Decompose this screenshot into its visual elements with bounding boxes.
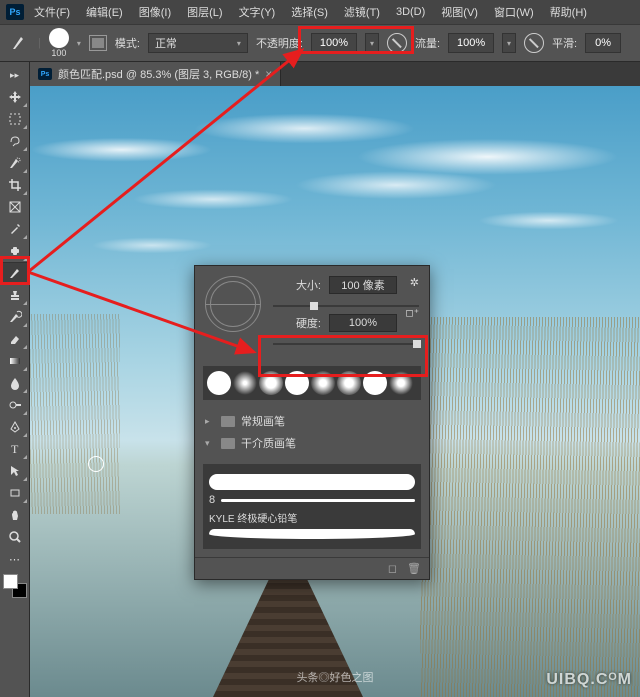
- menu-select[interactable]: 选择(S): [285, 4, 334, 20]
- menu-type[interactable]: 文字(Y): [233, 4, 282, 20]
- menu-help[interactable]: 帮助(H): [544, 4, 593, 20]
- blend-mode-select[interactable]: 正常▾: [148, 33, 248, 53]
- stamp-tool[interactable]: [2, 284, 28, 306]
- marquee-tool[interactable]: [2, 108, 28, 130]
- size-label: 大小:: [273, 277, 321, 293]
- lasso-tool[interactable]: [2, 130, 28, 152]
- flow-label: 流量:: [415, 35, 440, 51]
- brush-tip[interactable]: [207, 371, 231, 395]
- chevron-down-icon: ▾: [205, 438, 215, 449]
- heal-tool[interactable]: [2, 240, 28, 262]
- menu-layer[interactable]: 图层(L): [181, 4, 228, 20]
- brush-tip[interactable]: [259, 371, 283, 395]
- type-tool[interactable]: T: [2, 438, 28, 460]
- document-tab[interactable]: Ps 颜色匹配.psd @ 85.3% (图层 3, RGB/8) * ×: [30, 62, 281, 86]
- hand-tool[interactable]: [2, 504, 28, 526]
- tab-title: 颜色匹配.psd @ 85.3% (图层 3, RGB/8) *: [58, 66, 259, 82]
- path-select-tool[interactable]: [2, 460, 28, 482]
- blur-tool[interactable]: [2, 372, 28, 394]
- opacity-input[interactable]: 100%: [311, 33, 357, 53]
- brush-folder[interactable]: ▾ 干介质画笔: [205, 432, 419, 454]
- folder-icon: [221, 438, 235, 449]
- opacity-label: 不透明度:: [256, 35, 303, 51]
- menu-file[interactable]: 文件(F): [28, 4, 76, 20]
- brush-preview[interactable]: 8 KYLE 终极硬心铅笔: [203, 464, 421, 549]
- brush-folder[interactable]: ▸ 常规画笔: [205, 410, 419, 432]
- menu-bar: Ps 文件(F) 编辑(E) 图像(I) 图层(L) 文字(Y) 选择(S) 滤…: [0, 0, 640, 24]
- tool-bar: ▸▸ T ⋯: [0, 62, 30, 697]
- brush-number: 8: [209, 494, 215, 506]
- close-icon[interactable]: ×: [265, 67, 272, 81]
- brush-tip[interactable]: [337, 371, 361, 395]
- zoom-tool[interactable]: [2, 526, 28, 548]
- menu-window[interactable]: 窗口(W): [488, 4, 540, 20]
- menu-image[interactable]: 图像(I): [133, 4, 177, 20]
- brush-tip[interactable]: [389, 371, 413, 395]
- brush-settings-panel: 大小: 100 像素 硬度: 100% ✲ ◻⁺ ▸ 常规画笔 ▾: [194, 265, 430, 580]
- edit-toolbar[interactable]: ⋯: [2, 548, 28, 570]
- mode-label: 模式:: [115, 35, 140, 51]
- trash-icon[interactable]: 🗑: [407, 562, 421, 575]
- brush-tip-strip[interactable]: [203, 366, 421, 400]
- watermark: UIBQ.CᴼM: [546, 671, 632, 689]
- new-brush-icon[interactable]: ◻: [388, 562, 397, 575]
- sub-watermark: 头条◎好色之图: [297, 669, 374, 685]
- brush-angle-widget[interactable]: [205, 276, 261, 332]
- pressure-opacity-icon[interactable]: [387, 33, 407, 53]
- brush-tip[interactable]: [363, 371, 387, 395]
- folder-icon: [221, 416, 235, 427]
- expand-icon[interactable]: ▸▸: [2, 64, 28, 86]
- color-swatches[interactable]: [3, 574, 27, 598]
- pen-tool[interactable]: [2, 416, 28, 438]
- crop-tool[interactable]: [2, 174, 28, 196]
- flow-input[interactable]: 100%: [448, 33, 494, 53]
- hardness-input[interactable]: 100%: [329, 314, 397, 332]
- brush-name: KYLE 终极硬心铅笔: [209, 510, 415, 525]
- smooth-input[interactable]: 0%: [585, 33, 621, 53]
- brush-tip[interactable]: [233, 371, 257, 395]
- menu-3d[interactable]: 3D(D): [390, 6, 431, 18]
- menu-view[interactable]: 视图(V): [435, 4, 484, 20]
- quick-select-tool[interactable]: [2, 152, 28, 174]
- chevron-right-icon: ▸: [205, 416, 215, 427]
- hardness-slider[interactable]: [273, 338, 419, 350]
- brush-tip[interactable]: [285, 371, 309, 395]
- frame-tool[interactable]: [2, 196, 28, 218]
- dodge-tool[interactable]: [2, 394, 28, 416]
- brush-cursor: [88, 456, 106, 474]
- size-slider[interactable]: [273, 300, 419, 312]
- new-preset-icon[interactable]: ◻⁺: [405, 308, 419, 319]
- gear-icon[interactable]: ✲: [410, 276, 419, 289]
- eraser-tool[interactable]: [2, 328, 28, 350]
- document-tabs: Ps 颜色匹配.psd @ 85.3% (图层 3, RGB/8) * ×: [30, 62, 640, 86]
- menu-edit[interactable]: 编辑(E): [80, 4, 129, 20]
- smooth-label: 平滑:: [552, 35, 577, 51]
- menu-filter[interactable]: 滤镜(T): [338, 4, 386, 20]
- app-logo: Ps: [6, 4, 24, 20]
- brush-tip[interactable]: [311, 371, 335, 395]
- brush-preset-picker[interactable]: 100: [49, 28, 69, 58]
- ps-file-icon: Ps: [38, 68, 52, 80]
- current-tool-icon: [8, 32, 30, 54]
- move-tool[interactable]: [2, 86, 28, 108]
- airbrush-icon[interactable]: [524, 33, 544, 53]
- svg-text:T: T: [11, 442, 19, 456]
- brush-panel-toggle-icon[interactable]: [89, 35, 107, 51]
- flow-dropdown[interactable]: ▾: [502, 33, 516, 53]
- size-input[interactable]: 100 像素: [329, 276, 397, 294]
- history-brush-tool[interactable]: [2, 306, 28, 328]
- options-bar: | 100 ▾ 模式: 正常▾ 不透明度: 100% ▾ 流量: 100% ▾ …: [0, 24, 640, 62]
- eyedropper-tool[interactable]: [2, 218, 28, 240]
- opacity-dropdown[interactable]: ▾: [365, 33, 379, 53]
- gradient-tool[interactable]: [2, 350, 28, 372]
- rectangle-tool[interactable]: [2, 482, 28, 504]
- hardness-label: 硬度:: [273, 315, 321, 331]
